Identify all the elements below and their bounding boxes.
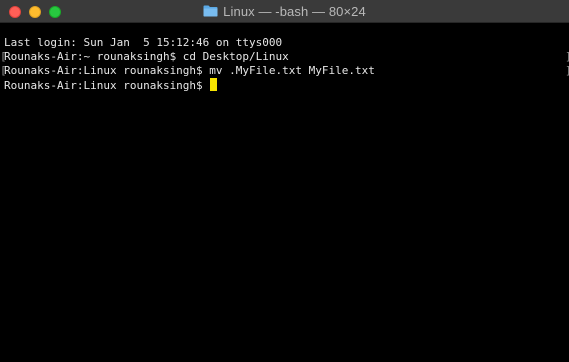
window-title: Linux — -bash — 80×24 [223, 3, 366, 19]
terminal-window: Linux — -bash — 80×24 Last login: Sun Ja… [0, 0, 569, 362]
terminal-prompt-line[interactable]: Rounaks-Air:Linux rounaksingh$ [4, 78, 569, 92]
terminal-output[interactable]: Last login: Sun Jan 5 15:12:46 on ttys00… [0, 23, 569, 362]
terminal-prompt: Rounaks-Air:Linux rounaksingh$ [4, 79, 210, 92]
window-title-group: Linux — -bash — 80×24 [0, 0, 569, 22]
title-bar[interactable]: Linux — -bash — 80×24 [0, 0, 569, 23]
terminal-line-cd-command: Rounaks-Air:~ rounaksingh$ cd Desktop/Li… [0, 50, 569, 64]
text-cursor [210, 78, 218, 91]
terminal-line-mv-command: Rounaks-Air:Linux rounaksingh$ mv .MyFil… [0, 64, 569, 78]
folder-icon [203, 5, 218, 17]
terminal-line-last-login: Last login: Sun Jan 5 15:12:46 on ttys00… [4, 36, 283, 49]
